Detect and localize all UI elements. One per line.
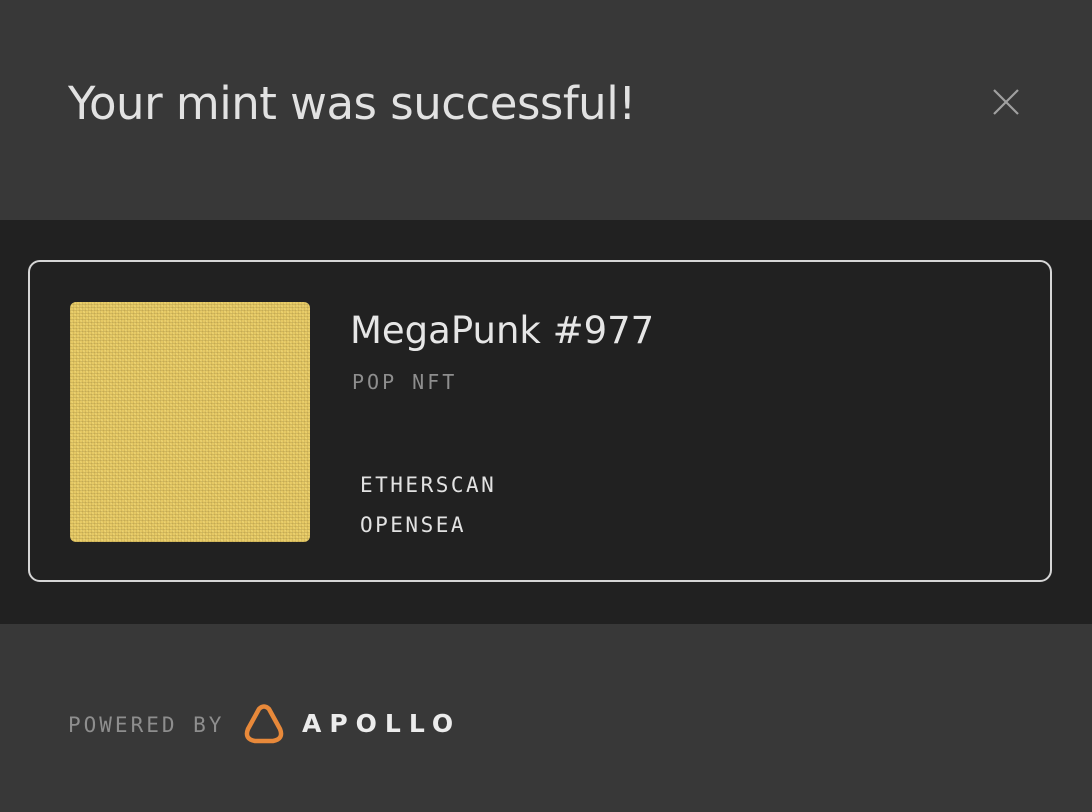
close-icon [993,89,1019,115]
nft-name: MegaPunk #977 [350,309,655,352]
page-title: Your mint was successful! [68,77,636,130]
nft-collection: POP NFT [352,370,458,394]
opensea-link[interactable]: OPENSEA [360,510,466,540]
close-button[interactable] [986,82,1026,122]
apollo-brand[interactable]: APOLLO [302,707,461,741]
etherscan-link[interactable]: ETHERSCAN [360,470,496,500]
apollo-logo-icon [244,704,284,744]
nft-card: MegaPunk #977 POP NFT ETHERSCAN OPENSEA [28,260,1052,582]
powered-by-label: POWERED BY [68,713,225,737]
nft-image [70,302,310,542]
modal-header: Your mint was successful! [0,0,1092,220]
modal-footer: POWERED BY APOLLO [0,624,1092,812]
modal-content: MegaPunk #977 POP NFT ETHERSCAN OPENSEA [0,220,1092,624]
